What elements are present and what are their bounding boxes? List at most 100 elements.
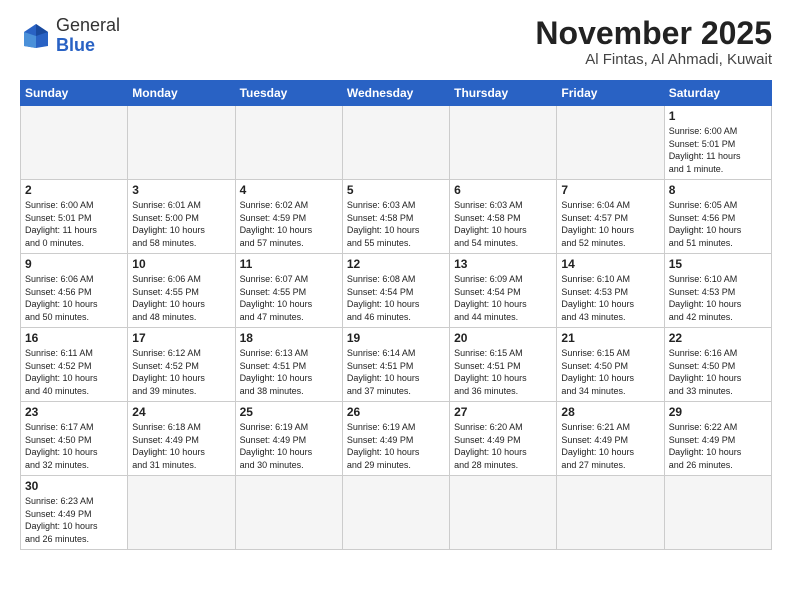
day-number: 12 [347, 257, 445, 271]
day-info: Sunrise: 6:03 AM Sunset: 4:58 PM Dayligh… [454, 199, 552, 249]
day-number: 13 [454, 257, 552, 271]
day-info: Sunrise: 6:08 AM Sunset: 4:54 PM Dayligh… [347, 273, 445, 323]
calendar-cell [128, 106, 235, 180]
calendar-cell: 24 Sunrise: 6:18 AM Sunset: 4:49 PM Dayli… [128, 402, 235, 476]
day-info: Sunrise: 6:06 AM Sunset: 4:56 PM Dayligh… [25, 273, 123, 323]
day-number: 1 [669, 109, 767, 123]
calendar-cell: 6 Sunrise: 6:03 AM Sunset: 4:58 PM Daylig… [450, 180, 557, 254]
weekday-header-row: SundayMondayTuesdayWednesdayThursdayFrid… [21, 81, 772, 106]
calendar-cell [235, 476, 342, 550]
page: GeneralBlue November 2025 Al Fintas, Al … [0, 0, 792, 612]
day-number: 2 [25, 183, 123, 197]
day-number: 5 [347, 183, 445, 197]
calendar-cell: 1 Sunrise: 6:00 AM Sunset: 5:01 PM Daylig… [664, 106, 771, 180]
day-number: 3 [132, 183, 230, 197]
calendar-week-2: 9 Sunrise: 6:06 AM Sunset: 4:56 PM Daylig… [21, 254, 772, 328]
day-number: 10 [132, 257, 230, 271]
calendar-cell: 19Sunrise: 6:14 AM Sunset: 4:51 PM Dayli… [342, 328, 449, 402]
day-number: 8 [669, 183, 767, 197]
weekday-monday: Monday [128, 81, 235, 106]
calendar-cell: 7 Sunrise: 6:04 AM Sunset: 4:57 PM Daylig… [557, 180, 664, 254]
calendar-week-0: 1 Sunrise: 6:00 AM Sunset: 5:01 PM Daylig… [21, 106, 772, 180]
calendar-cell: 13 Sunrise: 6:09 AM Sunset: 4:54 PM Dayli… [450, 254, 557, 328]
day-info: Sunrise: 6:09 AM Sunset: 4:54 PM Dayligh… [454, 273, 552, 323]
day-info: Sunrise: 6:00 AM Sunset: 5:01 PM Dayligh… [25, 199, 123, 249]
weekday-tuesday: Tuesday [235, 81, 342, 106]
calendar-cell: 15 Sunrise: 6:10 AM Sunset: 4:53 PM Dayli… [664, 254, 771, 328]
day-number: 18 [240, 331, 338, 345]
calendar-cell: 21 Sunrise: 6:15 AM Sunset: 4:50 PM Dayli… [557, 328, 664, 402]
calendar-cell: 11 Sunrise: 6:07 AM Sunset: 4:55 PM Dayli… [235, 254, 342, 328]
calendar-cell: 27Sunrise: 6:20 AM Sunset: 4:49 PM Dayli… [450, 402, 557, 476]
weekday-thursday: Thursday [450, 81, 557, 106]
calendar-cell: 20 Sunrise: 6:15 AM Sunset: 4:51 PM Dayli… [450, 328, 557, 402]
calendar-cell: 10Sunrise: 6:06 AM Sunset: 4:55 PM Dayli… [128, 254, 235, 328]
month-title: November 2025 [535, 16, 772, 51]
day-number: 6 [454, 183, 552, 197]
calendar-cell: 28Sunrise: 6:21 AM Sunset: 4:49 PM Dayli… [557, 402, 664, 476]
day-info: Sunrise: 6:02 AM Sunset: 4:59 PM Dayligh… [240, 199, 338, 249]
day-number: 9 [25, 257, 123, 271]
calendar-cell: 2 Sunrise: 6:00 AM Sunset: 5:01 PM Daylig… [21, 180, 128, 254]
calendar-week-1: 2 Sunrise: 6:00 AM Sunset: 5:01 PM Daylig… [21, 180, 772, 254]
calendar-cell: 16Sunrise: 6:11 AM Sunset: 4:52 PM Dayli… [21, 328, 128, 402]
calendar-cell: 5 Sunrise: 6:03 AM Sunset: 4:58 PM Daylig… [342, 180, 449, 254]
weekday-wednesday: Wednesday [342, 81, 449, 106]
calendar-cell: 12 Sunrise: 6:08 AM Sunset: 4:54 PM Dayli… [342, 254, 449, 328]
day-number: 19 [347, 331, 445, 345]
day-info: Sunrise: 6:00 AM Sunset: 5:01 PM Dayligh… [669, 125, 767, 175]
day-info: Sunrise: 6:18 AM Sunset: 4:49 PM Dayligh… [132, 421, 230, 471]
day-info: Sunrise: 6:04 AM Sunset: 4:57 PM Dayligh… [561, 199, 659, 249]
day-number: 7 [561, 183, 659, 197]
day-info: Sunrise: 6:16 AM Sunset: 4:50 PM Dayligh… [669, 347, 767, 397]
calendar-cell: 14 Sunrise: 6:10 AM Sunset: 4:53 PM Dayli… [557, 254, 664, 328]
calendar-cell: 4 Sunrise: 6:02 AM Sunset: 4:59 PM Daylig… [235, 180, 342, 254]
day-info: Sunrise: 6:10 AM Sunset: 4:53 PM Dayligh… [561, 273, 659, 323]
title-block: November 2025 Al Fintas, Al Ahmadi, Kuwa… [535, 16, 772, 68]
calendar-week-3: 16Sunrise: 6:11 AM Sunset: 4:52 PM Dayli… [21, 328, 772, 402]
day-number: 14 [561, 257, 659, 271]
calendar-cell: 17Sunrise: 6:12 AM Sunset: 4:52 PM Dayli… [128, 328, 235, 402]
day-number: 21 [561, 331, 659, 345]
logo-text: GeneralBlue [56, 16, 120, 56]
calendar-cell: 18 Sunrise: 6:13 AM Sunset: 4:51 PM Dayli… [235, 328, 342, 402]
logo: GeneralBlue [20, 16, 120, 56]
calendar-cell: 9 Sunrise: 6:06 AM Sunset: 4:56 PM Daylig… [21, 254, 128, 328]
day-number: 29 [669, 405, 767, 419]
day-info: Sunrise: 6:19 AM Sunset: 4:49 PM Dayligh… [240, 421, 338, 471]
day-info: Sunrise: 6:05 AM Sunset: 4:56 PM Dayligh… [669, 199, 767, 249]
calendar-cell: 8 Sunrise: 6:05 AM Sunset: 4:56 PM Daylig… [664, 180, 771, 254]
day-number: 26 [347, 405, 445, 419]
day-info: Sunrise: 6:17 AM Sunset: 4:50 PM Dayligh… [25, 421, 123, 471]
day-info: Sunrise: 6:15 AM Sunset: 4:50 PM Dayligh… [561, 347, 659, 397]
day-info: Sunrise: 6:13 AM Sunset: 4:51 PM Dayligh… [240, 347, 338, 397]
day-number: 24 [132, 405, 230, 419]
day-info: Sunrise: 6:10 AM Sunset: 4:53 PM Dayligh… [669, 273, 767, 323]
day-number: 15 [669, 257, 767, 271]
logo-blue: Blue [56, 35, 95, 55]
location: Al Fintas, Al Ahmadi, Kuwait [535, 51, 772, 68]
day-info: Sunrise: 6:20 AM Sunset: 4:49 PM Dayligh… [454, 421, 552, 471]
calendar-cell: 25Sunrise: 6:19 AM Sunset: 4:49 PM Dayli… [235, 402, 342, 476]
day-info: Sunrise: 6:15 AM Sunset: 4:51 PM Dayligh… [454, 347, 552, 397]
weekday-friday: Friday [557, 81, 664, 106]
day-number: 11 [240, 257, 338, 271]
day-info: Sunrise: 6:03 AM Sunset: 4:58 PM Dayligh… [347, 199, 445, 249]
calendar-week-5: 30Sunrise: 6:23 AM Sunset: 4:49 PM Dayli… [21, 476, 772, 550]
calendar-cell [21, 106, 128, 180]
calendar-cell [342, 106, 449, 180]
day-number: 30 [25, 479, 123, 493]
calendar-cell [557, 106, 664, 180]
calendar-cell: 22Sunrise: 6:16 AM Sunset: 4:50 PM Dayli… [664, 328, 771, 402]
day-info: Sunrise: 6:07 AM Sunset: 4:55 PM Dayligh… [240, 273, 338, 323]
calendar-cell: 26Sunrise: 6:19 AM Sunset: 4:49 PM Dayli… [342, 402, 449, 476]
calendar-cell: 3Sunrise: 6:01 AM Sunset: 5:00 PM Daylig… [128, 180, 235, 254]
calendar-table: SundayMondayTuesdayWednesdayThursdayFrid… [20, 80, 772, 550]
header: GeneralBlue November 2025 Al Fintas, Al … [20, 16, 772, 68]
day-number: 4 [240, 183, 338, 197]
calendar-cell [557, 476, 664, 550]
day-info: Sunrise: 6:21 AM Sunset: 4:49 PM Dayligh… [561, 421, 659, 471]
day-info: Sunrise: 6:22 AM Sunset: 4:49 PM Dayligh… [669, 421, 767, 471]
day-number: 20 [454, 331, 552, 345]
calendar-cell [450, 476, 557, 550]
